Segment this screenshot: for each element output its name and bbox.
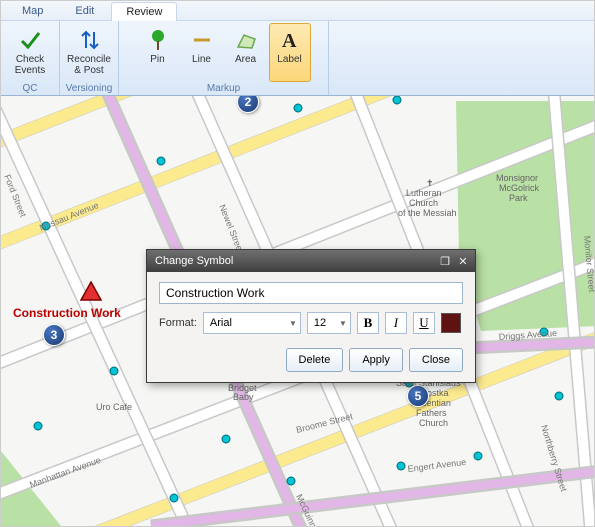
font-value: Arial <box>210 317 232 329</box>
change-symbol-dialog: Change Symbol ❐ ✕ Format: Arial ▼ 12 ▼ B… <box>146 249 476 383</box>
group-label-qc: QC <box>23 82 38 95</box>
area-label: Area <box>235 54 256 65</box>
font-family-select[interactable]: Arial ▼ <box>203 312 301 334</box>
format-label: Format: <box>159 317 197 329</box>
svg-text:✝: ✝ <box>426 178 434 188</box>
reconcile-icon <box>77 28 101 52</box>
line-label: Line <box>192 54 211 65</box>
chevron-down-icon: ▼ <box>339 319 347 328</box>
svg-text:A: A <box>282 30 297 51</box>
tab-map[interactable]: Map <box>7 1 58 20</box>
apply-button[interactable]: Apply <box>349 348 403 372</box>
label-label: Label <box>277 54 301 65</box>
poi-baby: BridgetBaby <box>228 383 257 402</box>
street-newel: Newel Street <box>217 203 246 255</box>
group-label-markup: Markup <box>207 82 240 95</box>
ribbon: Check Events QC Reconcile & Post Version… <box>1 21 594 96</box>
chevron-down-icon: ▼ <box>289 319 297 328</box>
check-events-button[interactable]: Check Events <box>5 23 55 82</box>
pin-label: Pin <box>150 54 164 65</box>
pin-button[interactable]: Pin <box>137 23 179 82</box>
bold-button[interactable]: B <box>357 312 379 334</box>
line-button[interactable]: Line <box>181 23 223 82</box>
dialog-titlebar[interactable]: Change Symbol ❐ ✕ <box>147 250 475 272</box>
underline-button[interactable]: U <box>413 312 435 334</box>
size-value: 12 <box>314 317 326 329</box>
tab-strip: Map Edit Review <box>1 1 594 21</box>
street-engert: Engert Avenue <box>407 457 467 474</box>
check-events-label: Check Events <box>15 54 46 76</box>
area-button[interactable]: Area <box>225 23 267 82</box>
color-swatch[interactable] <box>441 313 461 333</box>
tab-review[interactable]: Review <box>111 2 177 21</box>
font-size-select[interactable]: 12 ▼ <box>307 312 351 334</box>
reconcile-button[interactable]: Reconcile & Post <box>64 23 114 82</box>
marker-label[interactable]: Construction Work <box>13 306 121 320</box>
poi-cafe: Uro Cafe <box>96 402 132 412</box>
step-badge-5: 5 <box>407 385 429 407</box>
italic-button[interactable]: I <box>385 312 407 334</box>
pin-icon <box>146 28 170 52</box>
line-icon <box>190 28 214 52</box>
tab-edit[interactable]: Edit <box>60 1 109 20</box>
area-icon <box>234 28 258 52</box>
label-icon: A <box>278 28 302 52</box>
close-icon[interactable]: ✕ <box>455 254 471 268</box>
dialog-title: Change Symbol <box>155 255 233 267</box>
group-label-versioning: Versioning <box>66 82 113 95</box>
step-badge-3: 3 <box>43 324 65 346</box>
poi-church2: Saint StanislausKostkaVincentianFathersC… <box>396 378 461 428</box>
label-button[interactable]: A Label <box>269 23 311 82</box>
delete-button[interactable]: Delete <box>286 348 344 372</box>
ribbon-group-versioning: Reconcile & Post Versioning <box>60 21 119 95</box>
reconcile-label: Reconcile & Post <box>67 54 111 76</box>
maximize-icon[interactable]: ❐ <box>437 254 453 268</box>
ribbon-group-qc: Check Events QC <box>1 21 60 95</box>
close-button[interactable]: Close <box>409 348 463 372</box>
ribbon-group-markup: Pin Line Area A Label Markup <box>119 21 329 95</box>
check-icon <box>18 28 42 52</box>
label-text-input[interactable] <box>159 282 463 304</box>
